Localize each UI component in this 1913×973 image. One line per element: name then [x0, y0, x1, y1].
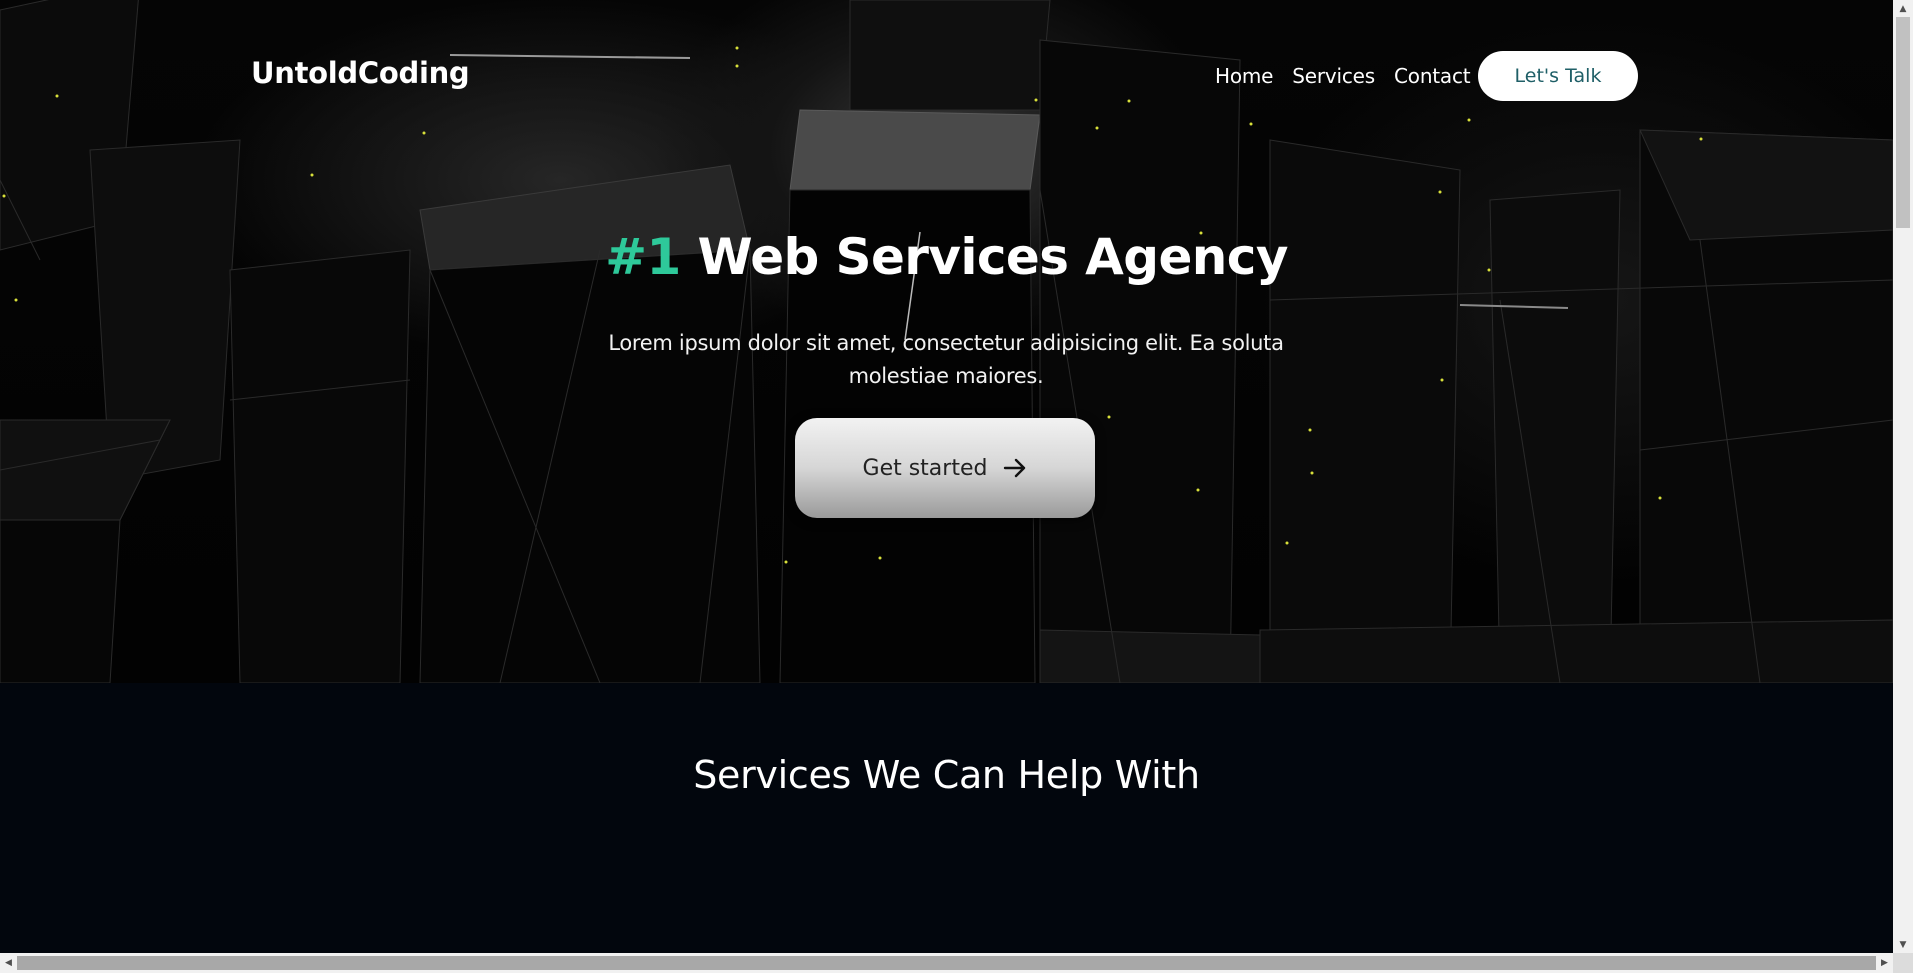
scroll-left-icon[interactable]: ◀	[0, 953, 17, 973]
nav-home-link[interactable]: Home	[1215, 64, 1273, 88]
services-title: Services We Can Help With	[693, 753, 1200, 797]
scroll-up-icon[interactable]: ▲	[1893, 0, 1913, 17]
lets-talk-button[interactable]: Let's Talk	[1478, 51, 1638, 101]
hero-title-text: Web Services Agency	[680, 228, 1288, 286]
horizontal-scrollbar[interactable]: ◀ ▶	[0, 953, 1893, 973]
arrow-right-icon	[1004, 458, 1026, 478]
hero-title-accent: #1	[605, 228, 681, 286]
scrollbar-corner	[1893, 953, 1913, 973]
vertical-scroll-thumb[interactable]	[1896, 17, 1910, 228]
nav-contact-link[interactable]: Contact	[1394, 64, 1471, 88]
hero-subtitle: Lorem ipsum dolor sit amet, consectetur …	[608, 331, 1284, 388]
nav-services-link[interactable]: Services	[1292, 64, 1375, 88]
horizontal-scroll-thumb[interactable]	[17, 956, 1876, 970]
top-navigation: UntoldCoding Home Services Contact Let's…	[0, 0, 1893, 150]
get-started-button[interactable]: Get started	[795, 418, 1095, 518]
scroll-down-icon[interactable]: ▼	[1893, 936, 1913, 953]
vertical-scrollbar[interactable]: ▲ ▼	[1893, 0, 1913, 953]
brand-logo[interactable]: UntoldCoding	[251, 56, 470, 90]
page-viewport: UntoldCoding Home Services Contact Let's…	[0, 0, 1893, 953]
nav-links: Home Services Contact	[1215, 64, 1471, 88]
hero-title: #1 Web Services Agency	[0, 228, 1893, 286]
scroll-right-icon[interactable]: ▶	[1876, 953, 1893, 973]
hero-section: UntoldCoding Home Services Contact Let's…	[0, 0, 1893, 683]
get-started-label: Get started	[862, 455, 988, 481]
services-section: Services We Can Help With	[0, 683, 1893, 953]
